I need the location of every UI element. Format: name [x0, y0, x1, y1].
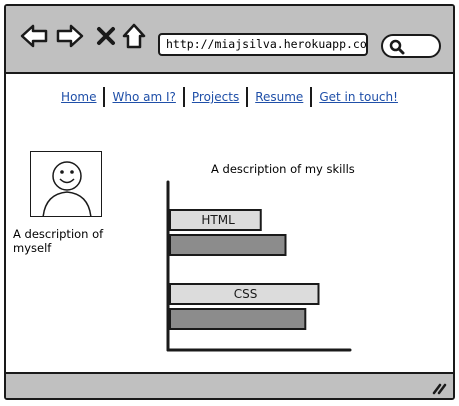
nav-link-get-in-touch[interactable]: Get in touch!: [312, 90, 405, 104]
home-icon[interactable]: [122, 23, 146, 53]
browser-toolbar: http://miajsilva.herokuapp.com/: [6, 6, 453, 74]
skills-chart: HTML CSS: [166, 180, 352, 352]
back-arrow-icon[interactable]: [20, 24, 48, 52]
bar-html-dark: [169, 234, 287, 256]
search-icon[interactable]: [389, 39, 405, 55]
resize-grip-icon[interactable]: [431, 381, 447, 395]
bar-label-css: CSS: [234, 287, 258, 301]
about-description: A description of myself: [13, 227, 104, 255]
status-bar: [6, 372, 453, 398]
nav-link-who-am-i[interactable]: Who am I?: [105, 90, 182, 104]
avatar: [30, 151, 102, 217]
browser-window: http://miajsilva.herokuapp.com/ Home Who…: [4, 4, 455, 400]
person-icon: [42, 161, 92, 216]
nav-link-home[interactable]: Home: [54, 90, 103, 104]
bar-label-html: HTML: [201, 213, 235, 227]
bar-css-dark: [169, 308, 307, 330]
nav-link-resume[interactable]: Resume: [248, 90, 310, 104]
forward-arrow-icon[interactable]: [56, 24, 84, 52]
search-box[interactable]: [381, 34, 441, 58]
url-bar[interactable]: http://miajsilva.herokuapp.com/: [158, 33, 368, 56]
nav-link-projects[interactable]: Projects: [185, 90, 246, 104]
site-nav: Home Who am I? Projects Resume Get in to…: [6, 86, 453, 108]
close-icon[interactable]: [96, 26, 116, 50]
